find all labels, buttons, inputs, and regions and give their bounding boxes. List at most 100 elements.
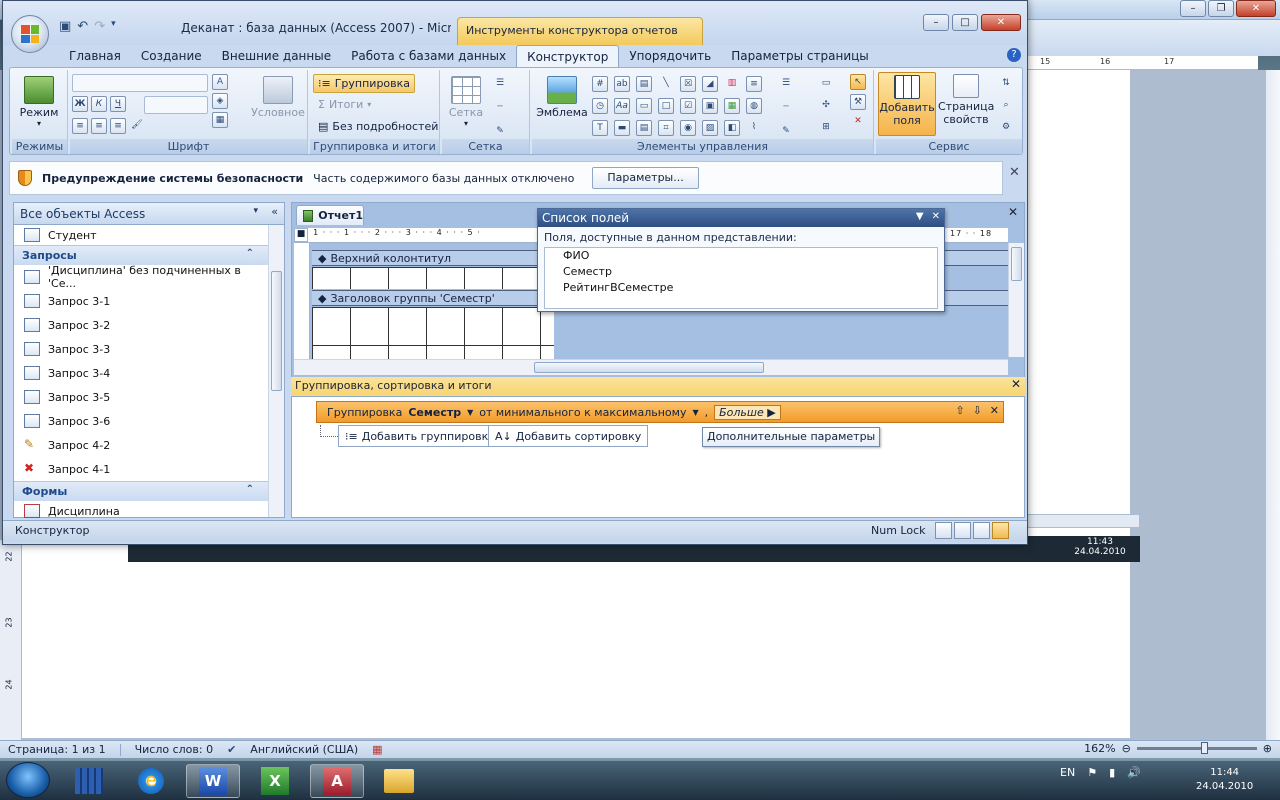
wizard-icon[interactable]: ✣ [818,98,834,114]
group-sort-order-selector[interactable]: от минимального к максимальному [479,406,686,419]
align-left-icon[interactable]: ≡ [72,118,88,134]
customize-qat-icon[interactable]: ▾ [111,19,116,34]
option-button-icon[interactable]: ◉ [680,120,696,136]
tray-flag-icon[interactable]: ⚑ [1087,766,1097,779]
combobox-icon[interactable]: ▬ [614,120,630,136]
taskbar-library-icon[interactable] [62,764,116,798]
nav-item-query[interactable]: Запрос 3-3 [14,337,268,361]
report-selector[interactable]: ■ [294,228,308,242]
hide-details-button[interactable]: ▤ Без подробностей [318,120,438,133]
attachment-icon[interactable]: ⌇ [746,120,762,136]
chart-icon[interactable]: ▥ [724,76,740,92]
word-page-count[interactable]: Страница: 1 из 1 [8,743,106,756]
line-icon[interactable]: ╲ [658,76,674,92]
collapse-chevron-icon[interactable]: ⌃ [246,248,254,259]
date-time-icon[interactable]: ◷ [592,98,608,114]
page-header-grid[interactable] [312,267,554,289]
web-icon[interactable]: ◍ [746,98,762,114]
nav-collapse-icon[interactable]: « [271,205,278,218]
nav-item-query[interactable]: ✖ Запрос 4-1 [14,457,268,481]
grid-button[interactable]: Сетка ▾ [444,74,488,128]
taskbar-access-icon[interactable]: A [310,764,364,798]
zoom-slider[interactable] [1136,742,1257,754]
button-icon[interactable]: ▭ [636,98,652,114]
access-close-button[interactable]: ✕ [981,14,1021,31]
report-hscroll-thumb[interactable] [534,362,764,373]
move-down-icon[interactable]: ⇩ [973,404,982,417]
toggle-icon[interactable]: ☒ [680,76,696,92]
subform-icon[interactable]: ▦ [724,98,740,114]
nav-item-query[interactable]: Запрос 3-4 [14,361,268,385]
save-icon[interactable]: ▣ [59,19,71,34]
format-painter-icon[interactable]: 🖌 [129,118,145,134]
nav-scroll-thumb[interactable] [271,271,282,391]
field-item[interactable]: РейтингВСеместре [545,280,937,296]
field-item[interactable]: ФИО [545,248,937,264]
security-options-button[interactable]: Параметры... [592,167,699,189]
object-frame-icon[interactable]: ◧ [724,120,740,136]
gridlines-icon[interactable]: ▦ [212,112,228,128]
control-line-color-icon[interactable]: ✎ [778,124,794,140]
report-horizontal-scrollbar[interactable] [294,359,1008,375]
control-line-type-icon[interactable]: ┄ [778,100,794,116]
rectangle-icon[interactable]: □ [658,98,674,114]
align-center-icon[interactable]: ≡ [91,118,107,134]
checkbox-icon[interactable]: ☑ [680,98,696,114]
field-list-menu-icon[interactable]: ▼ [916,211,924,222]
tab-control-icon[interactable]: ▣ [702,98,718,114]
conditional-format-button[interactable]: Условное [250,74,306,119]
group-level-row[interactable]: Группировка Семестр ▼ от минимального к … [316,401,1004,423]
line-thickness-icon[interactable]: ☰ [492,76,508,92]
taskbar-word-icon[interactable]: W [186,764,240,798]
property-sheet-button[interactable]: Страница свойств [938,72,994,126]
nav-pane-scrollbar[interactable] [268,225,284,517]
field-list-close-icon[interactable]: ✕ [932,211,940,222]
align-right-icon[interactable]: ≡ [110,118,126,134]
group-field-selector[interactable]: Семестр [408,406,461,419]
zoom-out-icon[interactable]: ⊖ [1122,742,1131,755]
nav-item-form[interactable]: Дисциплина [14,501,268,521]
office-button[interactable] [11,15,49,53]
nav-item-query[interactable]: Запрос 3-2 [14,313,268,337]
shape-icon[interactable]: ◢ [702,76,718,92]
tray-volume-icon[interactable]: 🔊 [1127,766,1141,779]
font-name-combo[interactable] [72,74,208,92]
font-color-icon[interactable]: A [212,74,228,90]
taskbar-ie-icon[interactable]: e [124,764,178,798]
help-icon[interactable]: ? [1007,48,1021,62]
page-break-icon[interactable]: ≡ [746,76,762,92]
view-button[interactable]: Режим ▾ [17,74,61,128]
tab-design[interactable]: Конструктор [516,45,620,67]
group-header-grid[interactable] [312,307,554,359]
zoom-in-icon[interactable]: ⊕ [1263,742,1272,755]
insert-activex-icon[interactable]: ⊞ [818,120,834,136]
field-list-title-bar[interactable]: Список полей ▼ ✕ [538,209,944,227]
add-group-button[interactable]: ⁝≡ Добавить группировку [338,425,502,447]
word-word-count[interactable]: Число слов: 0 [135,743,214,756]
line-type-icon[interactable]: ┄ [492,100,508,116]
access-minimize-button[interactable]: – [923,14,949,31]
line-color-icon[interactable]: ✎ [492,124,508,140]
word-minimize-button[interactable]: – [1180,0,1206,17]
fill-color-icon[interactable]: ◈ [212,93,228,109]
nav-section-queries[interactable]: Запросы ⌃ [14,245,268,265]
chevron-down-icon[interactable]: ▼ [692,408,698,417]
chevron-down-icon[interactable]: ▼ [467,408,473,417]
word-restore-button[interactable]: ❐ [1208,0,1234,17]
nav-item-query[interactable]: 'Дисциплина' без подчиненных в 'Се... [14,264,268,290]
taskbar-explorer-icon[interactable] [372,764,426,798]
tab-order-icon[interactable]: ⇅ [998,76,1014,92]
document-tab-report[interactable]: Отчет1 [296,205,364,225]
list-icon[interactable]: ▤ [636,76,652,92]
nav-dropdown-icon[interactable]: ▾ [253,206,258,216]
totals-button[interactable]: Σ Итоги ▾ [318,98,371,111]
image-icon[interactable]: ▨ [702,120,718,136]
more-options-button[interactable]: Больше ▶ [714,404,781,420]
tab-create[interactable]: Создание [131,45,212,67]
grouping-pane-close-icon[interactable]: ✕ [1011,377,1021,391]
title-icon[interactable]: T [592,120,608,136]
nav-pane-header[interactable]: Все объекты Access ▾ « [14,203,284,225]
word-zoom-level[interactable]: 162% [1084,742,1115,755]
collapse-chevron-icon[interactable]: ⌃ [246,484,254,495]
access-maximize-button[interactable]: □ [952,14,978,31]
